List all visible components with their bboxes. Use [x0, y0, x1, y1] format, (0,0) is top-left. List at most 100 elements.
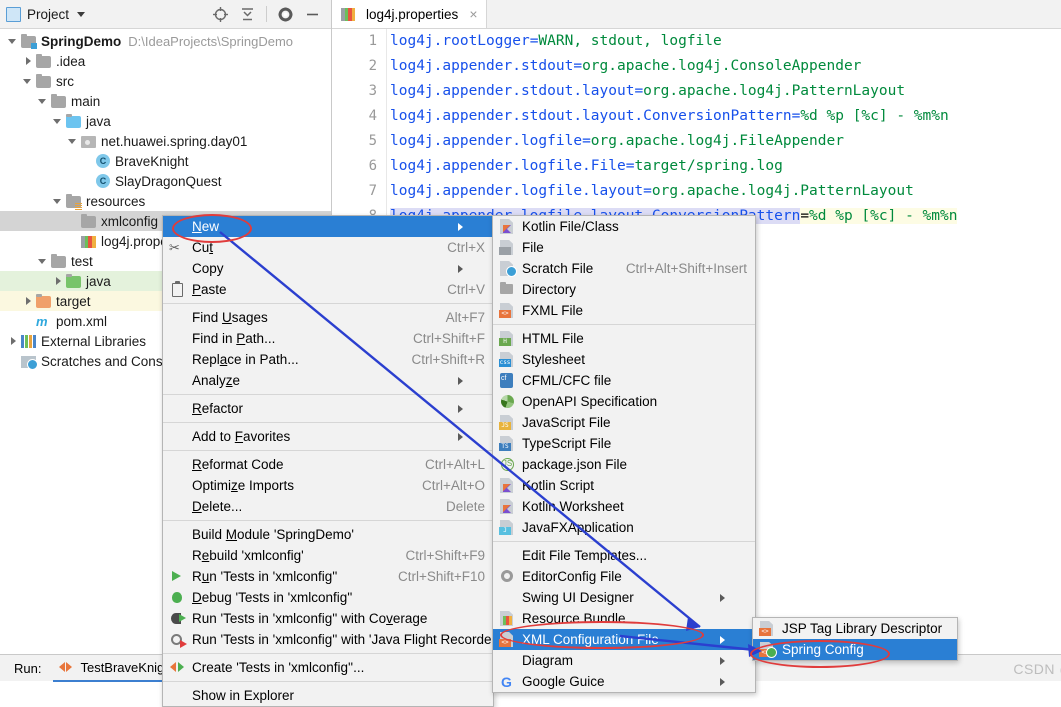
new-scratch-file[interactable]: Scratch File Ctrl+Alt+Shift+Insert — [493, 258, 755, 279]
new-package-json-file[interactable]: JS package.json File — [493, 454, 755, 475]
ctx-run-tests-in-xmlconfig-with-coverage[interactable]: Run 'Tests in 'xmlconfig'' with Coverage — [163, 608, 493, 629]
tree-expand-right-icon[interactable] — [23, 56, 34, 67]
tree-node-braveknight[interactable]: C BraveKnight — [0, 151, 331, 171]
tree-node-resources[interactable]: resources — [0, 191, 331, 211]
new-javascript-file[interactable]: JS JavaScript File — [493, 412, 755, 433]
flight-recorder-icon — [169, 632, 187, 648]
ctx-refactor[interactable]: Refactor — [163, 398, 493, 419]
new-stylesheet[interactable]: css Stylesheet — [493, 349, 755, 370]
xml-jsp-tag-library-descriptor[interactable]: <> JSP Tag Library Descriptor — [753, 618, 957, 639]
submenu-arrow-icon — [458, 264, 485, 273]
ctx-optimize-imports[interactable]: Optimize Imports Ctrl+Alt+O — [163, 475, 493, 496]
menu-item-shortcut: Ctrl+Alt+L — [424, 457, 485, 472]
xml-spring-config[interactable]: <> Spring Config — [753, 639, 957, 660]
ctx-run-tests-in-xmlconfig[interactable]: Run 'Tests in 'xmlconfig'' Ctrl+Shift+F10 — [163, 566, 493, 587]
locate-icon[interactable] — [212, 6, 229, 23]
code-line[interactable]: log4j.rootLogger=WARN, stdout, logfile — [390, 29, 1061, 54]
tree-expand-down-icon[interactable] — [53, 116, 64, 127]
new-html-file[interactable]: H HTML File — [493, 328, 755, 349]
ctx-new[interactable]: New — [163, 216, 493, 237]
code-line[interactable]: log4j.appender.logfile=org.apache.log4j.… — [390, 129, 1061, 154]
new-swing-ui-designer[interactable]: Swing UI Designer — [493, 587, 755, 608]
code-line[interactable]: log4j.appender.stdout.layout=org.apache.… — [390, 79, 1061, 104]
tree-node-springdemo[interactable]: SpringDemo D:\IdeaProjects\SpringDemo — [0, 31, 331, 51]
new-google-guice[interactable]: G Google Guice — [493, 671, 755, 692]
new-resource-bundle[interactable]: Resource Bundle — [493, 608, 755, 629]
menu-item-label: Analyze — [192, 373, 241, 388]
new-editorconfig-file[interactable]: EditorConfig File — [493, 566, 755, 587]
ctx-build-module-springdemo[interactable]: Build Module 'SpringDemo' — [163, 524, 493, 545]
code-line[interactable]: log4j.appender.logfile.layout=org.apache… — [390, 179, 1061, 204]
hide-panel-icon[interactable] — [304, 6, 321, 23]
menu-item-label: Kotlin Worksheet — [522, 499, 624, 514]
project-context-menu[interactable]: New ✂ Cut Ctrl+X Copy Paste Ctrl+V Find Usages A… — [162, 215, 499, 707]
tree-expand-right-icon[interactable] — [53, 276, 64, 287]
tree-expand-down-icon[interactable] — [8, 36, 19, 47]
new-kotlin-script[interactable]: Kotlin Script — [493, 475, 755, 496]
xml-configuration-file-submenu[interactable]: <> JSP Tag Library Descriptor <> Spring Con… — [752, 617, 958, 661]
tree-node-idea[interactable]: .idea — [0, 51, 331, 71]
new-javafxapplication[interactable]: J JavaFXApplication — [493, 517, 755, 538]
new-kotlin-file-class[interactable]: Kotlin File/Class — [493, 216, 755, 237]
new-kotlin-worksheet[interactable]: Kotlin Worksheet — [493, 496, 755, 517]
code-line[interactable]: log4j.appender.logfile.File=target/sprin… — [390, 154, 1061, 179]
ctx-run-tests-in-xmlconfig-with-java-flight-recorder[interactable]: Run 'Tests in 'xmlconfig'' with 'Java Fl… — [163, 629, 499, 650]
tree-expand-right-icon[interactable] — [8, 336, 19, 347]
xml-file-icon: <> — [499, 632, 516, 647]
tree-node-label: pom.xml — [56, 313, 108, 329]
ctx-copy[interactable]: Copy — [163, 258, 493, 279]
run-config-label: TestBraveKnight — [80, 659, 176, 675]
tree-node-src[interactable]: src — [0, 71, 331, 91]
new-fxml-file[interactable]: <> FXML File — [493, 300, 755, 321]
tree-expand-down-icon[interactable] — [53, 196, 64, 207]
tree-expand-down-icon[interactable] — [68, 136, 79, 147]
menu-item-label: Reformat Code — [192, 457, 284, 472]
close-icon[interactable]: × — [469, 6, 477, 22]
resources-folder-icon — [66, 193, 82, 210]
tree-node-main[interactable]: main — [0, 91, 331, 111]
code-line[interactable]: log4j.appender.stdout.layout.ConversionP… — [390, 104, 1061, 129]
ctx-delete[interactable]: Delete... Delete — [163, 496, 493, 517]
code-line[interactable]: log4j.appender.stdout=org.apache.log4j.C… — [390, 54, 1061, 79]
ctx-paste[interactable]: Paste Ctrl+V — [163, 279, 493, 300]
new-cfml-cfc-file[interactable]: cf CFML/CFC file — [493, 370, 755, 391]
tree-node-slaydragonquest[interactable]: C SlayDragonQuest — [0, 171, 331, 191]
tree-expand-down-icon[interactable] — [23, 76, 34, 87]
ctx-debug-tests-in-xmlconfig[interactable]: Debug 'Tests in 'xmlconfig'' — [163, 587, 493, 608]
tree-expand-down-icon[interactable] — [38, 256, 49, 267]
ctx-replace-in-path[interactable]: Replace in Path... Ctrl+Shift+R — [163, 349, 493, 370]
tree-expand-down-icon[interactable] — [38, 96, 49, 107]
tree-node-label: resources — [86, 193, 146, 209]
ctx-create-tests-in-xmlconfig[interactable]: Create 'Tests in 'xmlconfig''... — [163, 657, 493, 678]
ctx-reformat-code[interactable]: Reformat Code Ctrl+Alt+L — [163, 454, 493, 475]
nodejs-icon: JS — [499, 457, 516, 472]
project-title-button[interactable]: Project — [6, 6, 86, 22]
spring-config-icon: <> — [759, 642, 777, 658]
no-icon — [169, 527, 186, 542]
ctx-cut[interactable]: ✂ Cut Ctrl+X — [163, 237, 493, 258]
editor-tab-log4j-properties[interactable]: log4j.properties × — [332, 0, 487, 28]
collapse-all-icon[interactable] — [239, 6, 256, 23]
new-typescript-file[interactable]: TS TypeScript File — [493, 433, 755, 454]
chevron-down-icon[interactable] — [77, 11, 86, 17]
submenu-arrow-icon — [720, 656, 747, 665]
tree-node-net-huawei-spring-day01[interactable]: net.huawei.spring.day01 — [0, 131, 331, 151]
new-openapi-specification[interactable]: OpenAPI Specification — [493, 391, 755, 412]
ctx-add-to-favorites[interactable]: Add to Favorites — [163, 426, 493, 447]
new-xml-configuration-file[interactable]: <> XML Configuration File — [493, 629, 755, 650]
ctx-find-in-path[interactable]: Find in Path... Ctrl+Shift+F — [163, 328, 493, 349]
tree-expand-right-icon[interactable] — [23, 296, 34, 307]
new-diagram[interactable]: Diagram — [493, 650, 755, 671]
new-directory[interactable]: Directory — [493, 279, 755, 300]
ctx-analyze[interactable]: Analyze — [163, 370, 493, 391]
new-file[interactable]: File — [493, 237, 755, 258]
menu-item-shortcut: Delete — [445, 499, 485, 514]
ctx-rebuild-xmlconfig[interactable]: Rebuild 'xmlconfig' Ctrl+Shift+F9 — [163, 545, 493, 566]
settings-gear-icon[interactable] — [277, 6, 294, 23]
tree-node-java[interactable]: java — [0, 111, 331, 131]
ctx-find-usages[interactable]: Find Usages Alt+F7 — [163, 307, 493, 328]
new-submenu[interactable]: Kotlin File/Class File Scratch File Ctrl+Al… — [492, 215, 756, 693]
new-edit-file-templates[interactable]: Edit File Templates... — [493, 545, 755, 566]
ctx-show-in-explorer[interactable]: Show in Explorer — [163, 685, 493, 706]
